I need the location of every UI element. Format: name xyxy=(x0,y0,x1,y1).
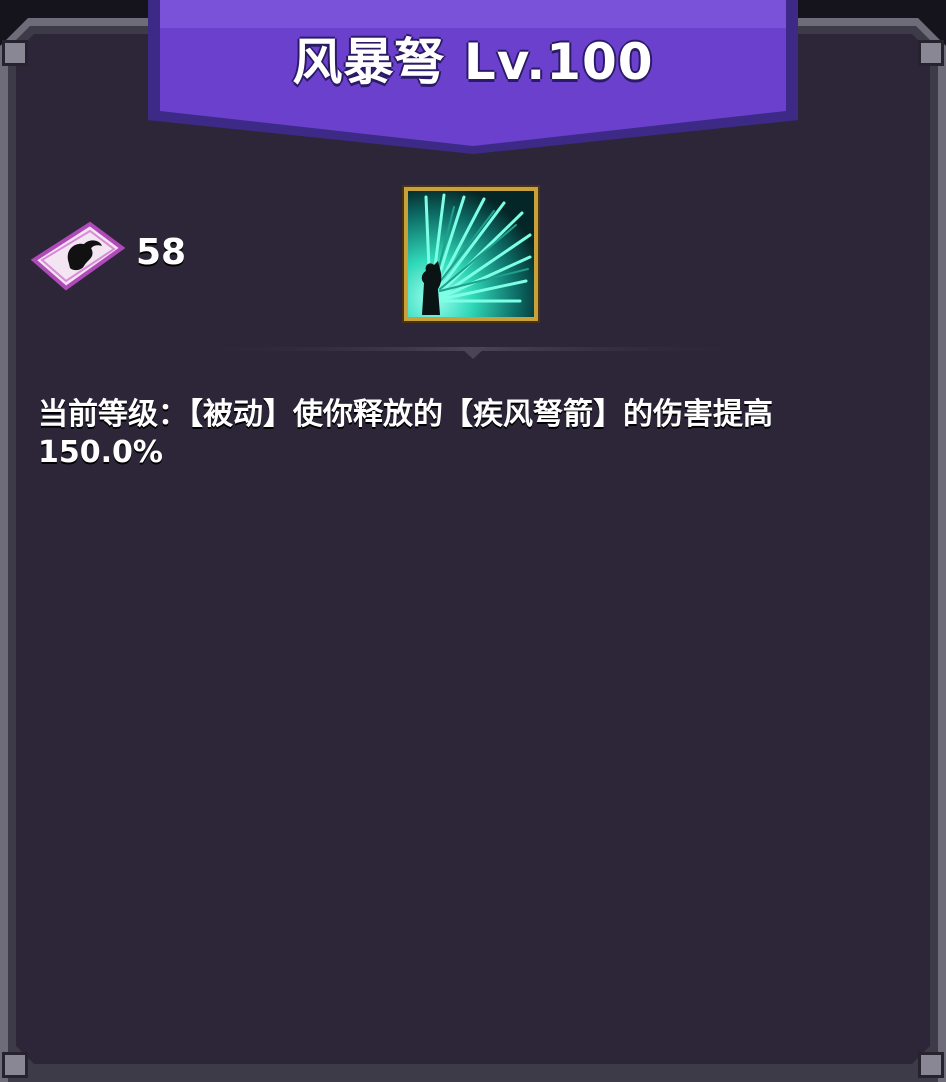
description-line-2: 150.0% xyxy=(38,435,163,470)
summon-ticket-icon xyxy=(30,220,126,292)
frame-corner-bottom-right xyxy=(918,1052,944,1078)
frame-corner-bottom-left xyxy=(2,1052,28,1078)
arrow-storm-skill-icon xyxy=(404,187,538,321)
ticket-count: 58 xyxy=(136,232,187,273)
description-line-1: 当前等级：【被动】使你释放的【疾风弩箭】的伤害提高 xyxy=(38,397,773,432)
skill-detail-popup: 风暴弩 Lv.100 58 当前等级：【被动】使你释放的【疾风弩箭】的伤害提高 … xyxy=(0,0,946,1082)
frame-corner-top-right xyxy=(918,40,944,66)
skill-description: 当前等级：【被动】使你释放的【疾风弩箭】的伤害提高 150.0% xyxy=(38,396,898,472)
section-divider xyxy=(180,344,766,359)
skill-title: 风暴弩 Lv.100 xyxy=(292,33,654,91)
frame-corner-top-left xyxy=(2,40,28,66)
